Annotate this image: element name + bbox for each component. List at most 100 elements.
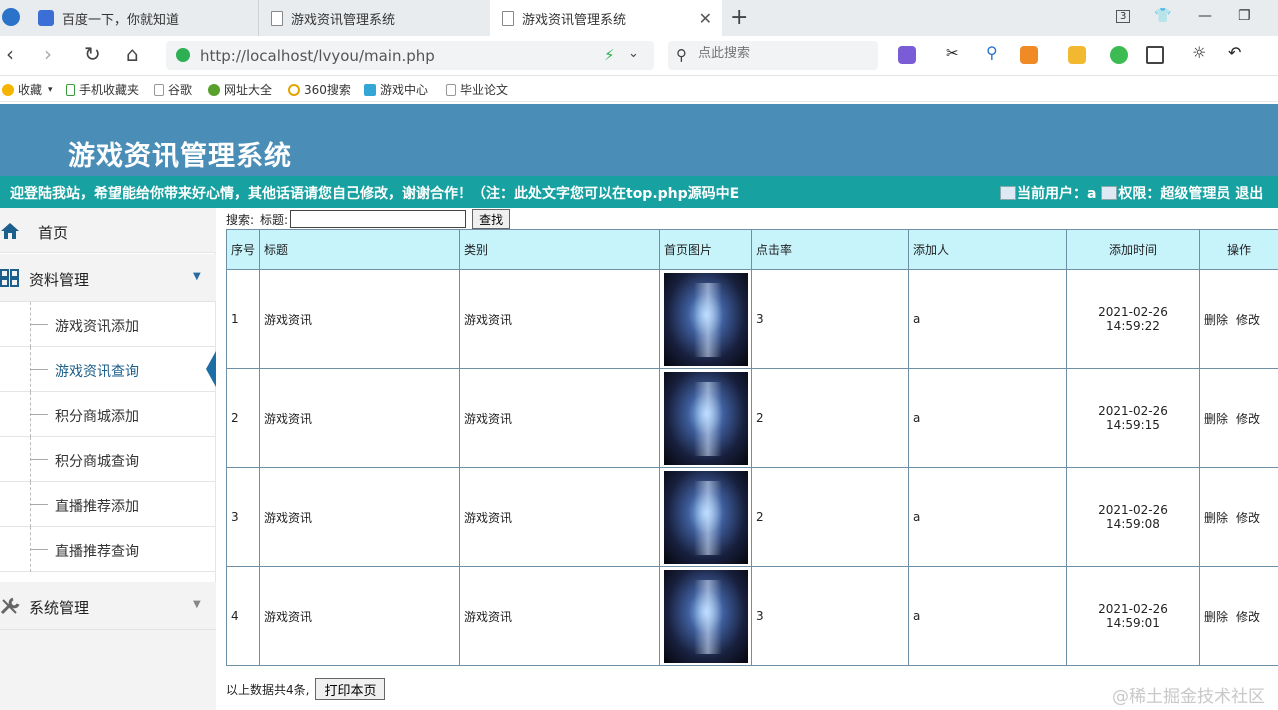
cell-adder: a xyxy=(908,467,1067,567)
delete-link[interactable]: 删除 xyxy=(1204,610,1228,624)
cell-added-time: 2021-02-26 14:59:08 xyxy=(1066,467,1200,567)
tab-baidu[interactable]: 百度一下，你就知道 xyxy=(26,0,258,36)
cell-title: 游戏资讯 xyxy=(259,269,460,369)
tree-dash xyxy=(30,549,48,550)
cell-category: 游戏资讯 xyxy=(459,467,660,567)
table-row: 1 游戏资讯 游戏资讯 3 a 2021-02-26 14:59:22 删除 修改 xyxy=(226,269,1278,369)
sidebar-item-live-recommend-query[interactable]: 直播推荐查询 xyxy=(0,527,216,572)
sidebar-item-points-mall-query[interactable]: 积分商城查询 xyxy=(0,437,216,482)
tab-counter[interactable]: 3 xyxy=(1116,10,1131,23)
delete-link[interactable]: 删除 xyxy=(1204,511,1228,525)
translate-icon[interactable] xyxy=(898,46,916,64)
bookmark-thesis[interactable]: 毕业论文 xyxy=(446,81,508,98)
game-controller-icon[interactable] xyxy=(1020,46,1038,64)
caret-down-icon: ▼ xyxy=(193,271,201,282)
table-row: 3 游戏资讯 游戏资讯 2 a 2021-02-26 14:59:08 删除 修改 xyxy=(226,467,1278,567)
bookmark-360search[interactable]: 360搜索 xyxy=(288,81,351,98)
edit-link[interactable]: 修改 xyxy=(1236,610,1260,624)
bookmark-url-directory[interactable]: 网址大全 xyxy=(208,81,272,98)
page-icon xyxy=(502,10,514,26)
cover-image[interactable] xyxy=(664,470,748,564)
browser-search[interactable]: ⚲ xyxy=(668,41,878,70)
bookmark-mobile[interactable]: 手机收藏夹 xyxy=(66,81,139,98)
print-page-button[interactable]: 打印本页 xyxy=(315,678,386,700)
bookmark-favorites[interactable]: 收藏 ▾ xyxy=(2,81,53,98)
page-title: 游戏资讯管理系统 xyxy=(68,141,292,172)
cell-adder: a xyxy=(908,269,1067,369)
home-icon[interactable]: ⌂ xyxy=(126,42,139,66)
cell-added-time: 2021-02-26 14:59:22 xyxy=(1066,269,1200,369)
search-circle-icon xyxy=(288,83,300,96)
cell-title: 游戏资讯 xyxy=(259,467,460,567)
sidebar: 首页 资料管理 ▼ 游戏资讯添加 游戏资讯查询 积分商城添加 积分商城查询 直播… xyxy=(0,208,216,710)
cell-image xyxy=(659,566,752,666)
cover-image[interactable] xyxy=(664,272,748,366)
logout-link[interactable]: 退出 xyxy=(1235,186,1263,202)
title-search-input[interactable] xyxy=(290,210,467,228)
grid-icon xyxy=(0,269,19,287)
edit-link[interactable]: 修改 xyxy=(1236,313,1260,327)
sidebar-group-system-management[interactable]: 系统管理 ▼ xyxy=(0,582,216,630)
cell-image xyxy=(659,368,752,468)
url-field[interactable]: http://localhost/lvyou/main.php ⚡ ⌄ xyxy=(166,41,654,70)
col-added-time: 添加时间 xyxy=(1066,229,1200,270)
wechat-icon[interactable] xyxy=(1110,46,1128,64)
find-icon[interactable]: ⚲ xyxy=(986,43,1004,62)
bookmark-label: 手机收藏夹 xyxy=(79,83,140,97)
sidebar-item-points-mall-add[interactable]: 积分商城添加 xyxy=(0,392,216,437)
tab-game-news-active[interactable]: 游戏资讯管理系统 ✕ xyxy=(490,0,722,36)
shirt-skin-icon[interactable]: 👕 xyxy=(1154,8,1171,24)
scissors-icon[interactable]: ✂ xyxy=(946,44,964,62)
browser-logo-icon xyxy=(2,8,20,26)
baidu-paw-icon xyxy=(38,10,54,26)
edit-link[interactable]: 修改 xyxy=(1236,511,1260,525)
cell-no: 3 xyxy=(226,467,260,567)
apps-grid-icon[interactable] xyxy=(1146,46,1164,64)
table-row: 4 游戏资讯 游戏资讯 3 a 2021-02-26 14:59:01 删除 修改 xyxy=(226,566,1278,666)
tab-game-news-1[interactable]: 游戏资讯管理系统 xyxy=(258,0,490,36)
sidebar-group-data-management[interactable]: 资料管理 ▼ xyxy=(0,254,216,302)
find-button[interactable]: 查找 xyxy=(472,209,511,229)
home-icon xyxy=(1,223,19,239)
search-icon: ⚲ xyxy=(676,46,687,64)
page-icon xyxy=(446,83,456,96)
bookmark-label: 谷歌 xyxy=(168,83,193,97)
page-icon xyxy=(154,83,164,96)
bookmark-game-center[interactable]: 游戏中心 xyxy=(364,81,428,98)
cell-category: 游戏资讯 xyxy=(459,566,660,666)
forward-icon[interactable]: › xyxy=(44,42,52,66)
minimize-button[interactable]: — xyxy=(1198,8,1212,24)
back-icon[interactable]: ‹ xyxy=(6,42,14,66)
edit-link[interactable]: 修改 xyxy=(1236,412,1260,426)
delete-link[interactable]: 删除 xyxy=(1204,313,1228,327)
browser-tab-bar: 百度一下，你就知道 游戏资讯管理系统 游戏资讯管理系统 ✕ + 3 👕 — ❐ xyxy=(0,0,1278,36)
cover-image[interactable] xyxy=(664,569,748,663)
date-text: 2021-02-26 xyxy=(1098,503,1168,517)
sidebar-item-game-news-add[interactable]: 游戏资讯添加 xyxy=(0,302,216,347)
cover-image[interactable] xyxy=(664,371,748,465)
sidebar-item-home[interactable]: 首页 xyxy=(0,208,216,253)
new-tab-button[interactable]: + xyxy=(730,5,748,30)
watermark: @稀土掘金技术社区 xyxy=(1112,687,1265,707)
time-text: 14:59:01 xyxy=(1106,616,1160,630)
sidebar-item-game-news-query[interactable]: 游戏资讯查询 xyxy=(0,347,216,392)
undo-icon[interactable]: ↶ xyxy=(1228,43,1246,62)
browser-search-input[interactable] xyxy=(698,46,868,61)
cell-adder: a xyxy=(908,566,1067,666)
time-text: 14:59:22 xyxy=(1106,319,1160,333)
shield-badge-icon[interactable] xyxy=(1068,46,1086,64)
lightning-icon[interactable]: ⚡ xyxy=(604,46,615,64)
brightness-icon[interactable]: ☼ xyxy=(1192,43,1210,62)
time-text: 14:59:15 xyxy=(1106,418,1160,432)
chevron-down-icon[interactable]: ⌄ xyxy=(628,46,639,61)
time-text: 14:59:08 xyxy=(1106,517,1160,531)
reload-icon[interactable]: ↻ xyxy=(84,42,101,66)
restore-button[interactable]: ❐ xyxy=(1238,8,1251,24)
close-tab-icon[interactable]: ✕ xyxy=(699,9,712,28)
delete-link[interactable]: 删除 xyxy=(1204,412,1228,426)
bookmark-google[interactable]: 谷歌 xyxy=(154,81,192,98)
sidebar-item-live-recommend-add[interactable]: 直播推荐添加 xyxy=(0,482,216,527)
sidebar-item-label: 积分商城添加 xyxy=(55,409,139,425)
main-content: 搜索: 标题: 查找 序号 标题 类别 首页图片 点击率 添加人 添加时间 操作… xyxy=(226,208,1278,710)
cell-no: 4 xyxy=(226,566,260,666)
